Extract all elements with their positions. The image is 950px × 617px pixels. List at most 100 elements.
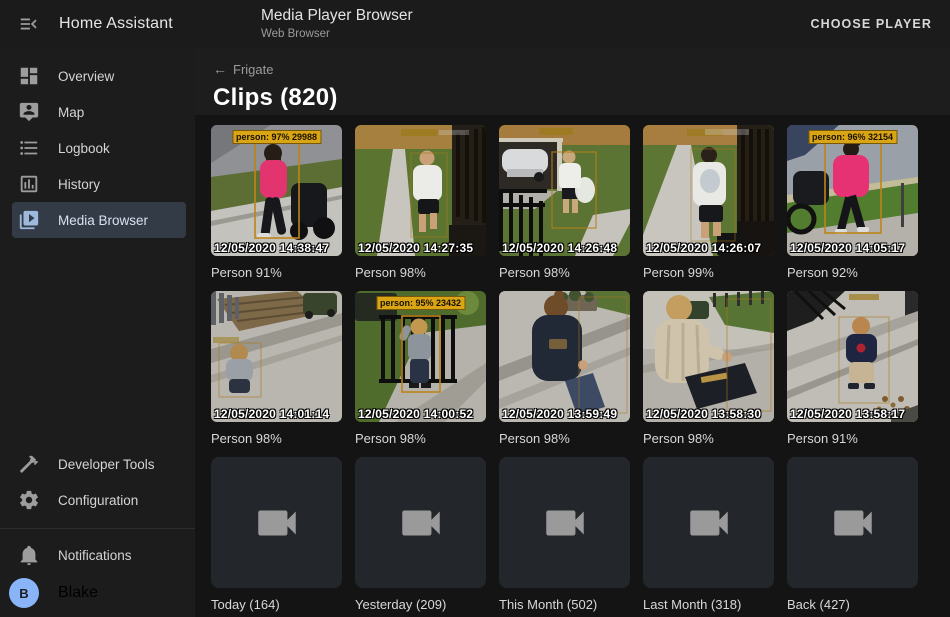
back-link-label: Frigate (233, 62, 273, 77)
folder-card-this-month[interactable]: This Month (502) (499, 457, 630, 613)
profile-name: Blake (58, 584, 98, 602)
clip-card[interactable]: 12/05/2020 13:59:49 Person 98% (499, 291, 630, 447)
menu-open-icon (18, 13, 40, 35)
clip-card[interactable]: person: 96% 32154 12/05/2020 14:05:17 Pe… (787, 125, 918, 281)
folder-tile (643, 457, 774, 588)
sidebar-item-label: Overview (58, 69, 114, 84)
media-browser-content: ← Frigate Clips (820) (195, 48, 950, 617)
folder-tile (787, 457, 918, 588)
clip-timestamp: 12/05/2020 14:01:14 (214, 407, 329, 421)
folder-card-yesterday[interactable]: Yesterday (209) (355, 457, 486, 613)
folder-card-last-month[interactable]: Last Month (318) (643, 457, 774, 613)
sidebar-toggle-button[interactable] (16, 11, 42, 37)
back-link-frigate[interactable]: ← Frigate (213, 61, 273, 77)
sidebar-item-history[interactable]: History (0, 166, 195, 202)
folder-caption: This Month (502) (499, 597, 630, 613)
clip-card[interactable]: 12/05/2020 14:26:07 Person 99% (643, 125, 774, 281)
dashboard-icon (18, 65, 40, 87)
clip-timestamp: 12/05/2020 14:27:35 (358, 241, 473, 255)
sidebar-item-notifications[interactable]: Notifications (0, 537, 195, 573)
gear-icon (18, 489, 40, 511)
clip-thumbnail: 12/05/2020 14:27:35 (355, 125, 486, 256)
clip-timestamp: 12/05/2020 13:58:17 (790, 407, 905, 421)
clip-card[interactable]: 12/05/2020 13:58:30 Person 98% (643, 291, 774, 447)
folder-caption: Today (164) (211, 597, 342, 613)
video-camera-icon (396, 498, 446, 548)
sidebar-item-label: Notifications (58, 548, 132, 563)
clip-caption: Person 98% (499, 265, 630, 281)
video-camera-icon (540, 498, 590, 548)
sidebar-profile[interactable]: B Blake (0, 573, 195, 613)
clip-card[interactable]: person: 97% 29988 12/05/2020 14:38:47 Pe… (211, 125, 342, 281)
back-arrow-icon: ← (213, 61, 227, 77)
clips-grid: person: 97% 29988 12/05/2020 14:38:47 Pe… (211, 125, 934, 613)
clip-scene (355, 291, 486, 422)
play-box-multiple-icon (18, 209, 40, 231)
clip-scene (643, 291, 774, 422)
clip-timestamp: 12/05/2020 14:26:48 (502, 241, 617, 255)
folder-caption: Yesterday (209) (355, 597, 486, 613)
sidebar-item-overview[interactable]: Overview (0, 58, 195, 94)
folder-caption: Last Month (318) (643, 597, 774, 613)
page-title: Clips (820) (213, 84, 932, 112)
video-camera-icon (252, 498, 302, 548)
clip-caption: Person 91% (787, 431, 918, 447)
detection-chip: person: 97% 29988 (232, 130, 321, 144)
clip-thumbnail: 12/05/2020 13:58:30 (643, 291, 774, 422)
clip-timestamp: 12/05/2020 14:00:52 (358, 407, 473, 421)
clip-caption: Person 98% (355, 431, 486, 447)
clip-scene (787, 125, 918, 256)
folder-card-today[interactable]: Today (164) (211, 457, 342, 613)
sidebar-item-label: Media Browser (58, 213, 148, 228)
folder-tile (499, 457, 630, 588)
sidebar-item-label: Logbook (58, 141, 110, 156)
sidebar-item-configuration[interactable]: Configuration (0, 482, 195, 518)
clip-card[interactable]: 12/05/2020 14:27:35 Person 98% (355, 125, 486, 281)
sidebar-item-logbook[interactable]: Logbook (0, 130, 195, 166)
clip-card[interactable]: 12/05/2020 13:58:17 Person 91% (787, 291, 918, 447)
sidebar-spacer (0, 238, 195, 446)
sidebar-item-label: Developer Tools (58, 457, 155, 472)
detection-chip: person: 95% 23432 (376, 296, 465, 310)
clip-scene (499, 125, 630, 256)
clip-caption: Person 98% (355, 265, 486, 281)
clip-scene (499, 291, 630, 422)
clip-caption: Person 98% (643, 431, 774, 447)
clip-card[interactable]: 12/05/2020 14:01:14 Person 98% (211, 291, 342, 447)
clip-caption: Person 91% (211, 265, 342, 281)
clip-card[interactable]: person: 95% 23432 12/05/2020 14:00:52 Pe… (355, 291, 486, 447)
media-player-title: Media Player Browser (261, 7, 413, 25)
app-title: Home Assistant (59, 15, 173, 33)
clip-caption: Person 92% (787, 265, 918, 281)
sidebar-item-developer-tools[interactable]: Developer Tools (0, 446, 195, 482)
folder-tile (211, 457, 342, 588)
clip-thumbnail: 12/05/2020 14:26:07 (643, 125, 774, 256)
sidebar-item-media-browser[interactable]: Media Browser (12, 202, 186, 238)
sidebar-item-label: Configuration (58, 493, 138, 508)
clip-scene (211, 291, 342, 422)
sidebar: Overview Map Logbook History Media Brows… (0, 48, 195, 617)
folder-tile (355, 457, 486, 588)
folder-card-back[interactable]: Back (427) (787, 457, 918, 613)
bell-icon (18, 544, 40, 566)
content-header: ← Frigate Clips (820) (195, 48, 950, 115)
video-camera-icon (828, 498, 878, 548)
chart-box-icon (18, 173, 40, 195)
media-player-subtitle: Web Browser (261, 28, 413, 40)
clip-thumbnail: 12/05/2020 14:01:14 (211, 291, 342, 422)
clip-thumbnail: person: 95% 23432 12/05/2020 14:00:52 (355, 291, 486, 422)
sidebar-item-map[interactable]: Map (0, 94, 195, 130)
clip-thumbnail: 12/05/2020 14:26:48 (499, 125, 630, 256)
clip-timestamp: 12/05/2020 14:38:47 (214, 241, 329, 255)
choose-player-button[interactable]: CHOOSE PLAYER (800, 0, 942, 48)
clip-caption: Person 98% (211, 431, 342, 447)
list-icon (18, 137, 40, 159)
clip-thumbnail: person: 96% 32154 12/05/2020 14:05:17 (787, 125, 918, 256)
sidebar-item-label: Map (58, 105, 84, 120)
clip-scene (643, 125, 774, 256)
clip-timestamp: 12/05/2020 13:58:30 (646, 407, 761, 421)
clip-timestamp: 12/05/2020 13:59:49 (502, 407, 617, 421)
clip-card[interactable]: 12/05/2020 14:26:48 Person 98% (499, 125, 630, 281)
clip-scene (211, 125, 342, 256)
sidebar-item-label: History (58, 177, 100, 192)
